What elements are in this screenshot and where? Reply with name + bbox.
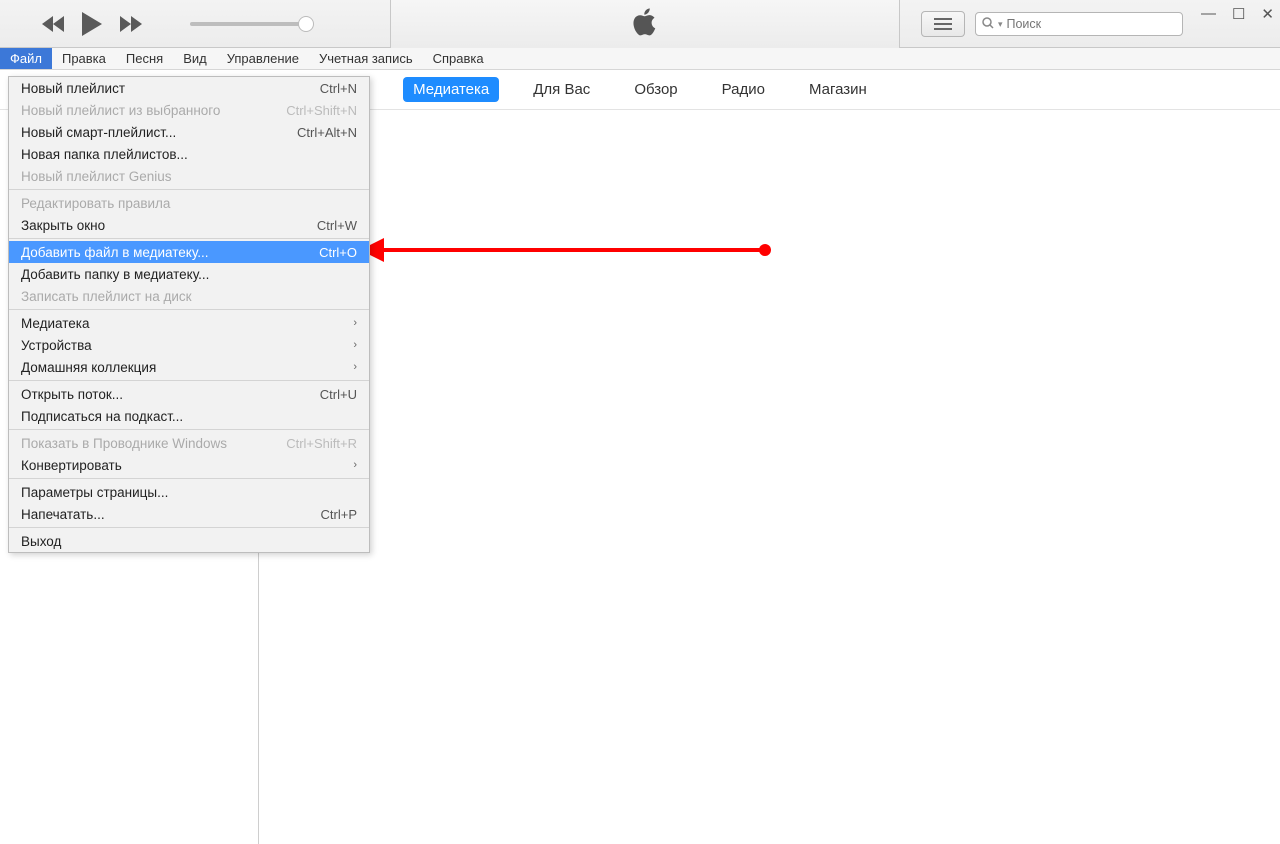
next-icon[interactable] xyxy=(120,16,142,32)
annotation-arrow xyxy=(378,248,766,252)
menu-item-label: Новый плейлист xyxy=(21,81,125,96)
menu-item-shortcut: Ctrl+Shift+N xyxy=(286,103,357,118)
menu-item-подписаться-на-подкаст[interactable]: Подписаться на подкаст... xyxy=(9,405,369,427)
titlebar: ▾ — ☐ ✕ xyxy=(0,0,1280,48)
menu-item-новый-плейлист[interactable]: Новый плейлист Ctrl+N xyxy=(9,77,369,99)
chevron-right-icon: › xyxy=(353,339,357,351)
minimize-icon[interactable]: — xyxy=(1201,5,1216,23)
menu-item-label: Добавить файл в медиатеку... xyxy=(21,245,209,260)
playback-controls xyxy=(42,12,310,36)
menu-controls[interactable]: Управление xyxy=(217,48,309,69)
menu-separator xyxy=(9,309,369,310)
menu-song[interactable]: Песня xyxy=(116,48,173,69)
right-controls: ▾ — ☐ ✕ xyxy=(921,0,1274,48)
search-box[interactable]: ▾ xyxy=(975,12,1183,36)
menu-item-shortcut: Ctrl+O xyxy=(319,245,357,260)
tab-browse[interactable]: Обзор xyxy=(624,77,687,102)
menu-item-открыть-поток[interactable]: Открыть поток... Ctrl+U xyxy=(9,383,369,405)
menu-help[interactable]: Справка xyxy=(423,48,494,69)
menu-item-label: Записать плейлист на диск xyxy=(21,289,192,304)
menubar: Файл Правка Песня Вид Управление Учетная… xyxy=(0,48,1280,70)
previous-icon[interactable] xyxy=(42,16,64,32)
menu-item-новая-папка-плейлистов[interactable]: Новая папка плейлистов... xyxy=(9,143,369,165)
menu-item-label: Открыть поток... xyxy=(21,387,123,402)
menu-item-shortcut: Ctrl+W xyxy=(317,218,357,233)
tab-store[interactable]: Магазин xyxy=(799,77,877,102)
menu-item-label: Новый смарт-плейлист... xyxy=(21,125,176,140)
menu-item-домашняя-коллекция[interactable]: Домашняя коллекция › xyxy=(9,356,369,378)
window-controls: — ☐ ✕ xyxy=(1201,5,1274,23)
menu-item-новый-смарт-плейлист[interactable]: Новый смарт-плейлист... Ctrl+Alt+N xyxy=(9,121,369,143)
menu-item-label: Медиатека xyxy=(21,316,90,331)
menu-edit[interactable]: Правка xyxy=(52,48,116,69)
menu-view[interactable]: Вид xyxy=(173,48,217,69)
menu-item-закрыть-окно[interactable]: Закрыть окно Ctrl+W xyxy=(9,214,369,236)
menu-item-показать-в-проводнике-windows: Показать в Проводнике Windows Ctrl+Shift+… xyxy=(9,432,369,454)
menu-item-устройства[interactable]: Устройства › xyxy=(9,334,369,356)
menu-item-медиатека[interactable]: Медиатека › xyxy=(9,312,369,334)
file-menu-dropdown: Новый плейлист Ctrl+N Новый плейлист из вы… xyxy=(8,76,370,553)
menu-item-конвертировать[interactable]: Конвертировать › xyxy=(9,454,369,476)
menu-separator xyxy=(9,429,369,430)
chevron-right-icon: › xyxy=(353,459,357,471)
menu-item-label: Редактировать правила xyxy=(21,196,170,211)
menu-separator xyxy=(9,238,369,239)
menu-separator xyxy=(9,380,369,381)
menu-item-shortcut: Ctrl+N xyxy=(320,81,357,96)
tab-library[interactable]: Медиатека xyxy=(403,77,499,102)
menu-item-новый-плейлист-из-выбранного: Новый плейлист из выбранного Ctrl+Shift+N xyxy=(9,99,369,121)
menu-item-label: Новая папка плейлистов... xyxy=(21,147,188,162)
menu-item-label: Показать в Проводнике Windows xyxy=(21,436,227,451)
menu-item-label: Новый плейлист из выбранного xyxy=(21,103,220,118)
menu-item-новый-плейлист-genius: Новый плейлист Genius xyxy=(9,165,369,187)
menu-item-добавить-папку-в-медиатеку[interactable]: Добавить папку в медиатеку... xyxy=(9,263,369,285)
menu-item-параметры-страницы[interactable]: Параметры страницы... xyxy=(9,481,369,503)
menu-item-label: Устройства xyxy=(21,338,92,353)
menu-item-выход[interactable]: Выход xyxy=(9,530,369,552)
volume-thumb[interactable] xyxy=(298,16,314,32)
menu-item-label: Добавить папку в медиатеку... xyxy=(21,267,209,282)
menu-item-label: Конвертировать xyxy=(21,458,122,473)
menu-item-label: Новый плейлист Genius xyxy=(21,169,172,184)
menu-separator xyxy=(9,478,369,479)
menu-item-напечатать[interactable]: Напечатать... Ctrl+P xyxy=(9,503,369,525)
menu-item-добавить-файл-в-медиатеку[interactable]: Добавить файл в медиатеку... Ctrl+O xyxy=(9,241,369,263)
menu-item-label: Напечатать... xyxy=(21,507,105,522)
menu-account[interactable]: Учетная запись xyxy=(309,48,423,69)
menu-file[interactable]: Файл xyxy=(0,48,52,69)
chevron-right-icon: › xyxy=(353,361,357,373)
search-dropdown-icon[interactable]: ▾ xyxy=(998,19,1003,30)
menu-separator xyxy=(9,189,369,190)
menu-item-label: Закрыть окно xyxy=(21,218,105,233)
menu-item-label: Выход xyxy=(21,534,61,549)
play-icon[interactable] xyxy=(82,12,102,36)
search-input[interactable] xyxy=(1007,17,1176,31)
apple-logo-icon xyxy=(632,7,658,42)
menu-item-записать-плейлист-на-диск: Записать плейлист на диск xyxy=(9,285,369,307)
menu-item-label: Домашняя коллекция xyxy=(21,360,156,375)
menu-item-label: Подписаться на подкаст... xyxy=(21,409,183,424)
menu-separator xyxy=(9,527,369,528)
menu-item-shortcut: Ctrl+U xyxy=(320,387,357,402)
menu-item-shortcut: Ctrl+Shift+R xyxy=(286,436,357,451)
menu-item-label: Параметры страницы... xyxy=(21,485,168,500)
chevron-right-icon: › xyxy=(353,317,357,329)
volume-slider[interactable] xyxy=(190,22,310,26)
close-icon[interactable]: ✕ xyxy=(1261,5,1274,23)
maximize-icon[interactable]: ☐ xyxy=(1232,5,1245,23)
menu-item-shortcut: Ctrl+P xyxy=(321,507,357,522)
tab-for-you[interactable]: Для Вас xyxy=(523,77,600,102)
search-icon xyxy=(982,17,994,32)
menu-item-shortcut: Ctrl+Alt+N xyxy=(297,125,357,140)
list-view-button[interactable] xyxy=(921,11,965,37)
tab-radio[interactable]: Радио xyxy=(712,77,775,102)
menu-item-редактировать-правила: Редактировать правила xyxy=(9,192,369,214)
now-playing-display xyxy=(390,0,900,48)
